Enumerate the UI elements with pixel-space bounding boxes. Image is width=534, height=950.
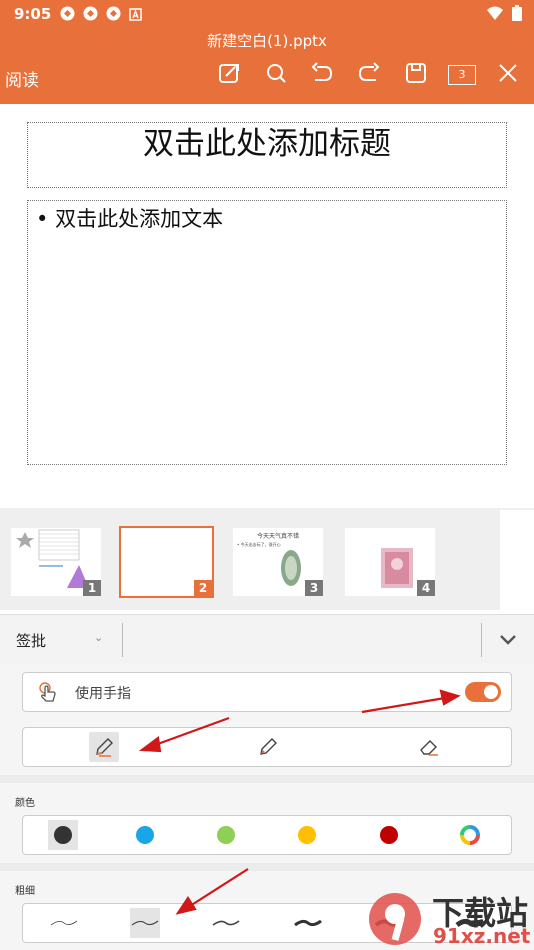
watermark-logo <box>369 893 421 945</box>
slide-thumbnail-4[interactable]: 4 <box>345 528 435 596</box>
eraser-icon <box>420 740 438 756</box>
redo-icon <box>357 62 381 88</box>
slide-title-placeholder[interactable]: 双击此处添加标题 <box>27 122 507 188</box>
section-divider <box>0 863 534 871</box>
thumbnail-number: 4 <box>417 580 435 596</box>
slide-canvas[interactable]: 双击此处添加标题 • 双击此处添加文本 <box>0 104 534 508</box>
stroke-thick-icon <box>294 919 322 927</box>
chevron-down-icon <box>500 635 516 645</box>
swatch-dot <box>54 826 72 844</box>
notification-icon <box>106 6 121 21</box>
pencil-button[interactable] <box>253 732 283 762</box>
stroke-medium-icon <box>212 920 240 926</box>
divider <box>481 623 482 657</box>
color-wheel-icon <box>460 825 480 845</box>
slide-thumbnail-3[interactable]: 今天天气真不错 • 今天出去玩了，很开心 3 <box>233 528 323 596</box>
slide-body-placeholder[interactable]: • 双击此处添加文本 <box>27 200 507 465</box>
finger-touch-icon <box>37 681 59 703</box>
color-swatch-black[interactable] <box>48 820 78 850</box>
watermark-url: 91xz.net <box>433 924 531 948</box>
section-divider <box>0 775 534 783</box>
site-watermark: 下载站 91xz.net <box>365 888 534 950</box>
pen-button[interactable] <box>89 732 119 762</box>
clock: 9:05 <box>14 5 52 23</box>
stroke-width-1[interactable] <box>49 908 79 938</box>
color-swatch-yellow[interactable] <box>292 820 322 850</box>
slide-thumbnail-1[interactable]: 1 <box>11 528 101 596</box>
toolbar: 新建空白(1).pptx 阅读 3 <box>0 28 534 104</box>
save-button[interactable] <box>403 62 429 88</box>
stroke-thin-icon <box>131 920 159 926</box>
redo-button[interactable] <box>356 62 382 88</box>
width-section-label: 粗细 <box>15 886 35 897</box>
color-section-label: 颜色 <box>15 798 35 809</box>
thumbnail-number: 2 <box>194 580 212 596</box>
read-mode-button[interactable]: 阅读 <box>5 66 39 91</box>
save-icon <box>405 62 427 88</box>
slide-body-text: 双击此处添加文本 <box>55 207 224 231</box>
annotation-panel-header: 签批 ⌄ <box>0 614 534 663</box>
thumbnail-number: 1 <box>83 580 101 596</box>
edit-icon <box>218 62 240 88</box>
color-swatch-blue[interactable] <box>130 820 160 850</box>
slide-title-text: 双击此处添加标题 <box>143 126 391 162</box>
stroke-width-4[interactable] <box>293 908 323 938</box>
notification-icon <box>83 6 98 21</box>
collapse-panel-button[interactable] <box>498 629 518 649</box>
swatch-dot <box>217 826 235 844</box>
close-button[interactable] <box>495 62 521 88</box>
page-count-button[interactable]: 3 <box>447 62 477 88</box>
annotation-mode-dropdown[interactable]: 签批 <box>16 630 46 651</box>
a-icon <box>129 6 144 21</box>
color-swatch-custom[interactable] <box>455 820 485 850</box>
color-swatch-green[interactable] <box>211 820 241 850</box>
swatch-dot <box>136 826 154 844</box>
eraser-button[interactable] <box>414 732 444 762</box>
wifi-icon <box>486 6 504 25</box>
slide-thumbnail-strip: 1 2 今天天气真不错 • 今天出去玩了，很开心 3 4 <box>0 508 534 610</box>
edit-button[interactable] <box>216 62 242 88</box>
stroke-width-2[interactable] <box>130 908 160 938</box>
page-count-label: 3 <box>458 68 466 81</box>
toggle-knob <box>484 685 498 699</box>
swatch-dot <box>380 826 398 844</box>
color-swatch-red[interactable] <box>374 820 404 850</box>
undo-button[interactable] <box>309 62 335 88</box>
search-icon <box>265 62 287 88</box>
bullet-mark: • <box>36 207 49 231</box>
thumbnail-number: 3 <box>305 580 323 596</box>
divider <box>122 623 123 657</box>
document-title: 新建空白(1).pptx <box>207 32 327 50</box>
status-bar: 9:05 <box>0 0 534 28</box>
use-finger-toggle[interactable] <box>465 682 501 702</box>
slide-thumbnail-2[interactable]: 2 <box>119 526 214 598</box>
pen-icon <box>96 738 113 757</box>
use-finger-label: 使用手指 <box>75 686 131 702</box>
bullet-text-line: • 双击此处添加文本 <box>36 203 223 233</box>
undo-icon <box>310 62 334 88</box>
battery-icon <box>512 5 522 25</box>
stroke-width-3[interactable] <box>211 908 241 938</box>
pencil-icon <box>260 738 277 755</box>
swatch-dot <box>298 826 316 844</box>
color-selector <box>22 815 512 855</box>
pen-type-selector <box>22 727 512 767</box>
thumbnail-strip-end <box>500 510 534 610</box>
use-finger-row[interactable]: 使用手指 <box>22 672 512 712</box>
search-button[interactable] <box>263 62 289 88</box>
chevron-down-icon[interactable]: ⌄ <box>94 631 103 644</box>
notification-icon <box>60 6 75 21</box>
stroke-thin-icon <box>50 920 78 926</box>
close-icon <box>498 63 518 87</box>
page-count-icon: 3 <box>448 65 476 85</box>
